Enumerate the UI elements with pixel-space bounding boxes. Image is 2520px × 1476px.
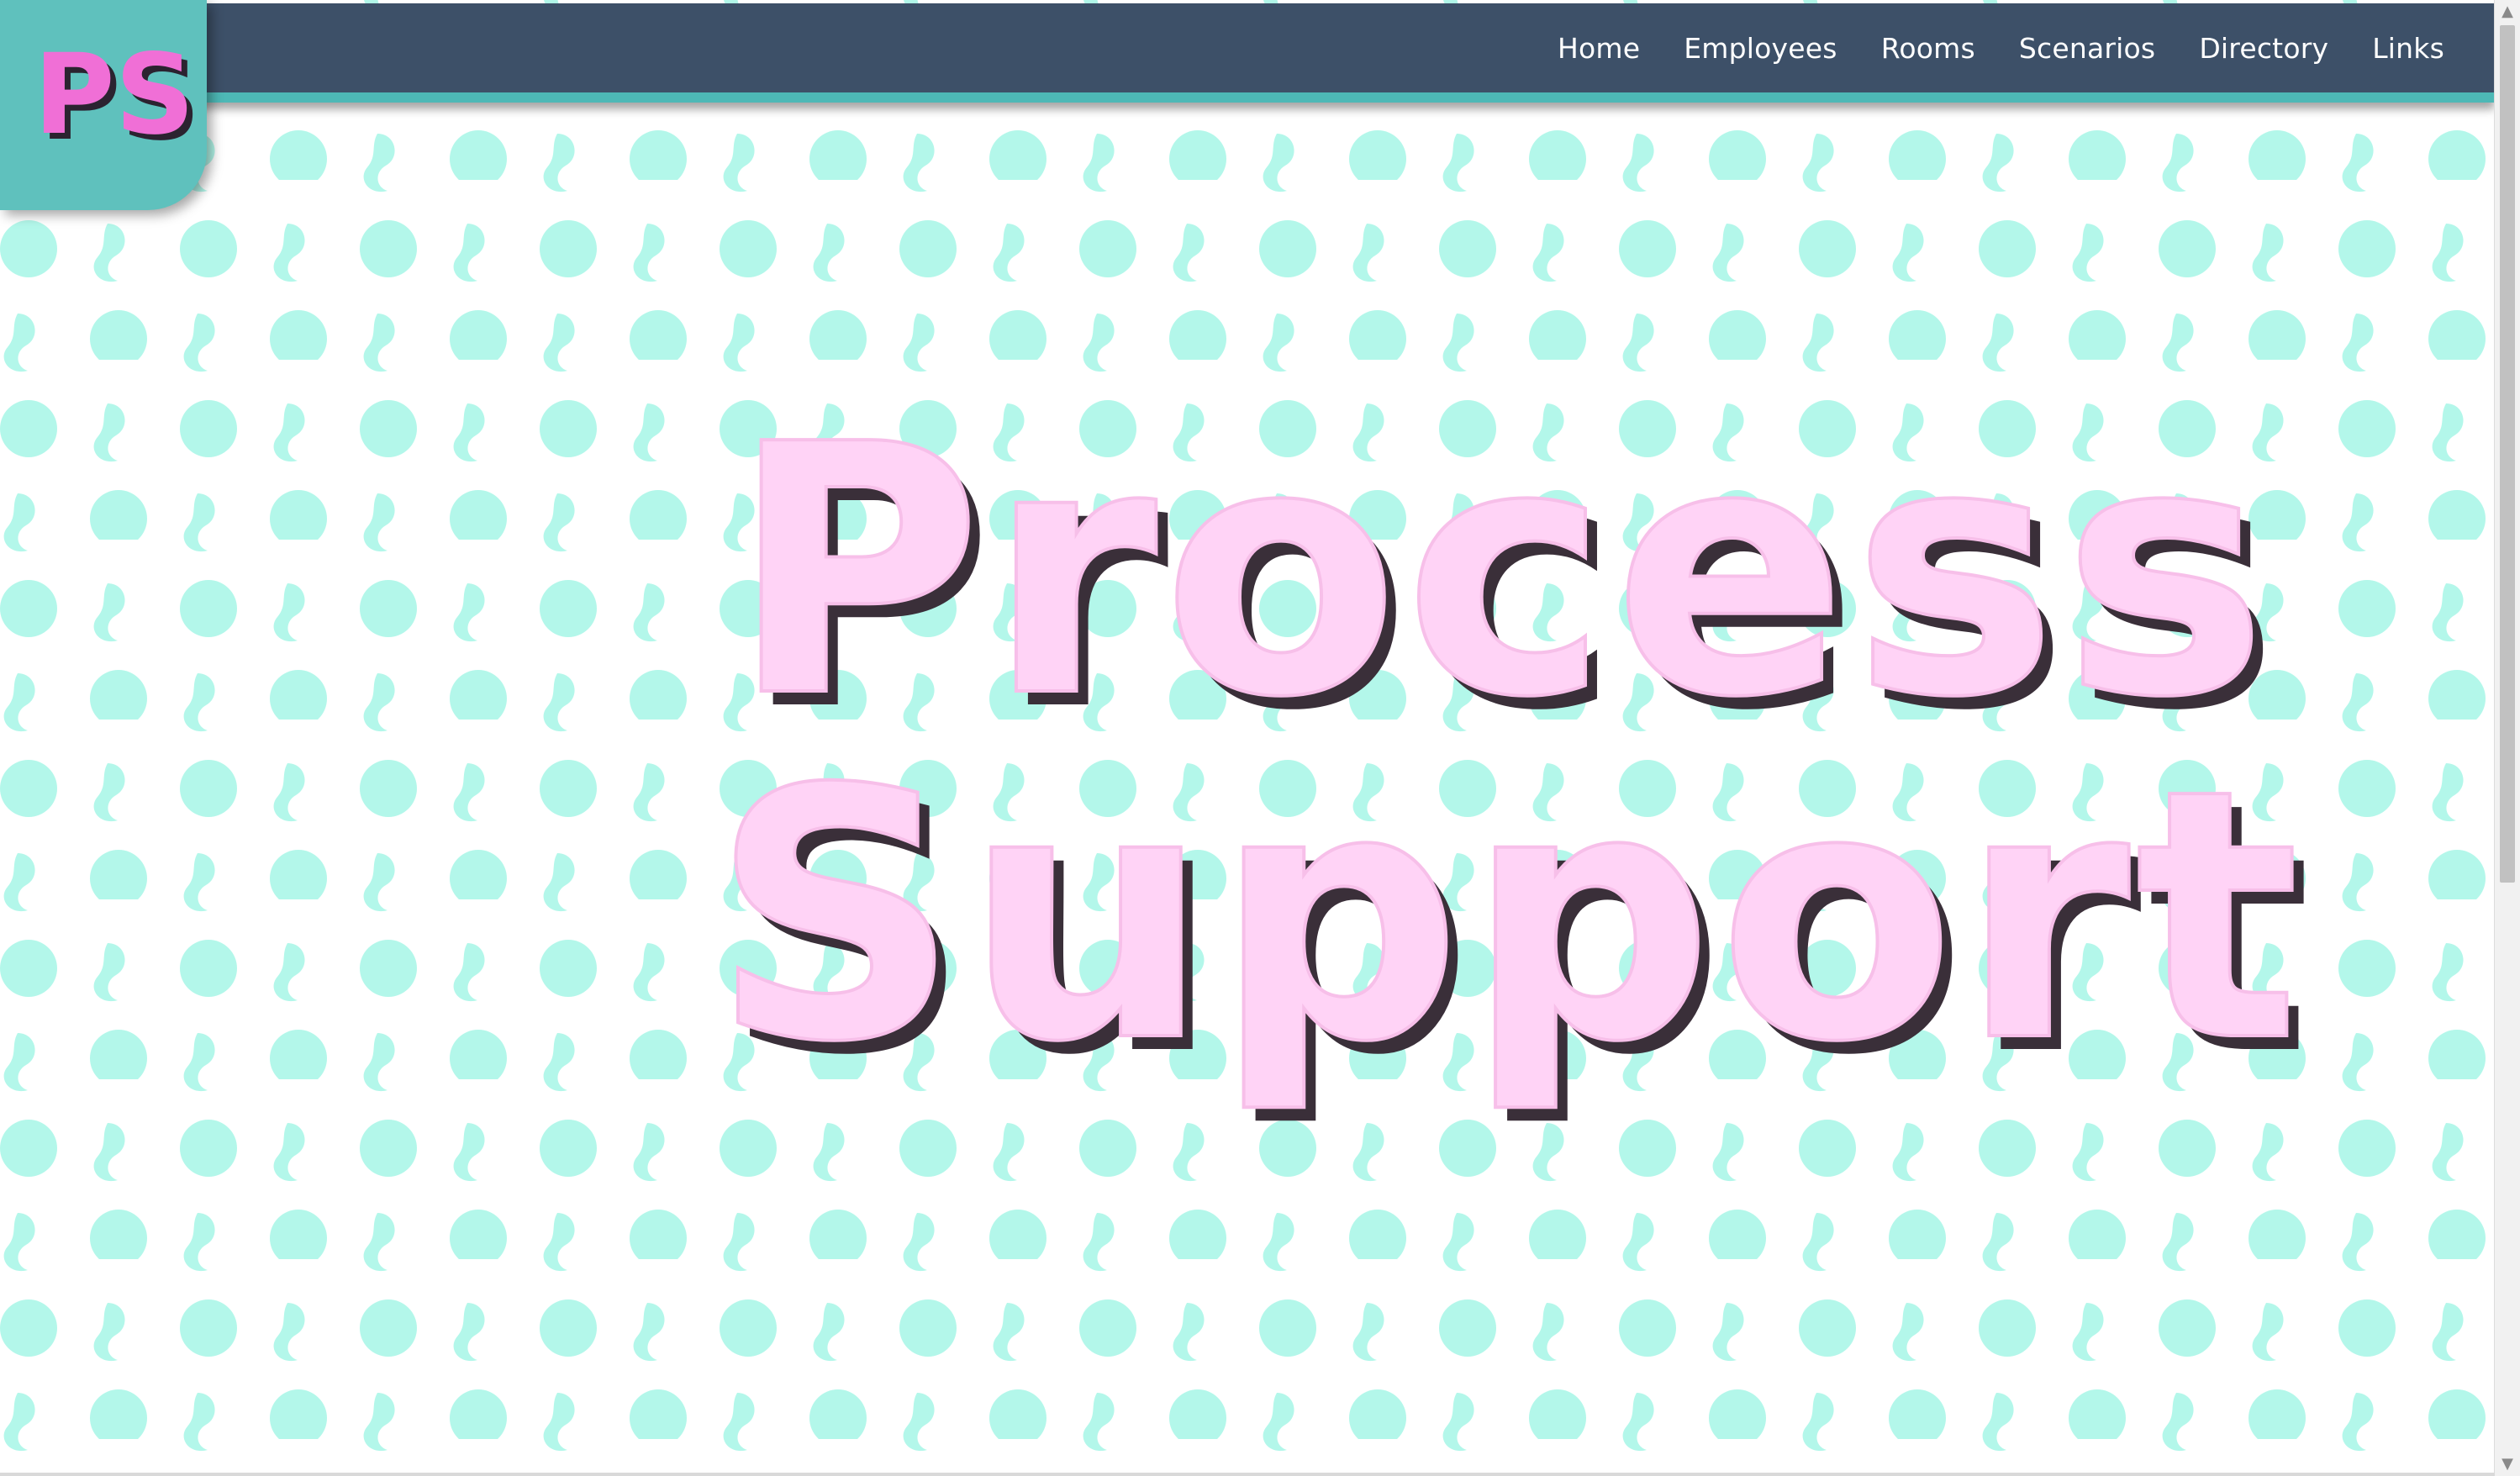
- page-bottom-border: [0, 1473, 2495, 1476]
- scroll-thumb[interactable]: [2500, 25, 2515, 883]
- nav-home[interactable]: Home: [1558, 32, 1640, 65]
- nav-rooms[interactable]: Rooms: [1881, 32, 1975, 65]
- nav-directory[interactable]: Directory: [2199, 32, 2328, 65]
- scroll-down-arrow-icon[interactable]: ▼: [2495, 1454, 2520, 1474]
- main-nav: Home Employees Rooms Scenarios Directory…: [1514, 3, 2444, 92]
- page: Process Support Process Support PS PS Ho…: [0, 0, 2520, 1476]
- nav-employees[interactable]: Employees: [1684, 32, 1837, 65]
- nav-links[interactable]: Links: [2372, 32, 2444, 65]
- background-pattern: [0, 0, 2495, 1476]
- scroll-up-arrow-icon[interactable]: ▲: [2495, 2, 2520, 22]
- vertical-scrollbar[interactable]: ▲ ▼: [2494, 0, 2520, 1476]
- logo-text: PS: [34, 30, 195, 160]
- logo[interactable]: PS PS: [0, 0, 207, 210]
- nav-scenarios[interactable]: Scenarios: [2019, 32, 2155, 65]
